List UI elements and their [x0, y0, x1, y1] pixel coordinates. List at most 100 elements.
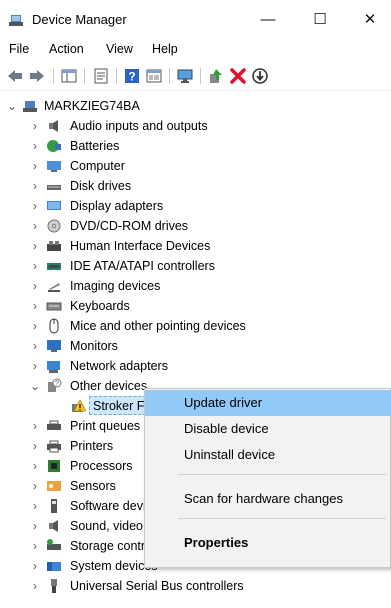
tree-item-label: Other devices — [70, 379, 148, 393]
menu-item-properties[interactable]: Properties — [145, 530, 391, 556]
menu-item-disable-device[interactable]: Disable device — [145, 416, 391, 442]
forward-icon[interactable] — [28, 67, 46, 85]
computer-icon — [47, 161, 61, 172]
tree-item-label: Keyboards — [70, 299, 130, 313]
tree-item-label: Batteries — [70, 139, 120, 153]
device-view-icon[interactable] — [145, 67, 163, 85]
maximize-button[interactable]: ☐ — [298, 6, 342, 34]
expand-arrow-icon[interactable]: › — [29, 299, 41, 313]
expand-arrow-icon[interactable]: › — [29, 359, 41, 373]
expand-arrow-icon[interactable]: › — [29, 159, 41, 173]
tree-item-ide[interactable]: › IDE ATA/ATAPI controllers — [0, 256, 391, 276]
collapse-arrow-icon[interactable]: ⌄ — [6, 99, 18, 113]
menu-separator — [178, 518, 386, 519]
expand-arrow-icon[interactable]: › — [29, 119, 41, 133]
monitor-device-icon — [47, 340, 61, 352]
tree-item-batteries[interactable]: › Batteries — [0, 136, 391, 156]
computer-root-icon — [23, 101, 37, 112]
menu-item-scan-hardware[interactable]: Scan for hardware changes — [145, 486, 391, 512]
tree-item-label: DVD/CD-ROM drives — [70, 219, 189, 233]
disk-drive-icon — [47, 185, 61, 190]
root-label: MARKZIEG74BA — [44, 99, 140, 113]
close-button[interactable]: ✕ — [348, 6, 391, 34]
tree-item-hid[interactable]: › Human Interface Devices — [0, 236, 391, 256]
toolbar: ? — [0, 62, 391, 91]
tree-item-label: IDE ATA/ATAPI controllers — [70, 259, 215, 273]
tree-item-label: Mice and other pointing devices — [70, 319, 246, 333]
menu-item-uninstall-device[interactable]: Uninstall device — [145, 442, 391, 468]
software-device-icon — [51, 499, 57, 513]
dvd-drive-icon — [47, 219, 61, 233]
show-hide-console-tree-icon[interactable] — [60, 67, 78, 85]
update-driver-icon[interactable] — [207, 67, 225, 85]
tree-item-label: Disk drives — [70, 179, 132, 193]
expand-arrow-icon[interactable]: › — [29, 219, 41, 233]
expand-arrow-icon[interactable]: › — [29, 319, 41, 333]
help-icon[interactable]: ? — [123, 67, 141, 85]
processor-icon — [48, 460, 60, 472]
menu-action[interactable]: Action — [49, 42, 84, 56]
ide-controller-icon — [47, 263, 61, 270]
sensor-icon — [47, 481, 61, 491]
expand-arrow-icon[interactable]: › — [29, 199, 41, 213]
uninstall-icon[interactable] — [229, 67, 247, 85]
tree-item-dvd-drives[interactable]: › DVD/CD-ROM drives — [0, 216, 391, 236]
toolbar-separator — [169, 68, 170, 84]
expand-arrow-icon[interactable]: › — [29, 459, 41, 473]
speaker-icon — [49, 120, 58, 132]
menu-separator — [178, 474, 386, 475]
unknown-device-icon: ? — [48, 378, 62, 392]
expand-arrow-icon[interactable]: › — [29, 539, 41, 553]
tree-item-computer[interactable]: › Computer — [0, 156, 391, 176]
tree-item-keyboards[interactable]: › Keyboards — [0, 296, 391, 316]
expand-arrow-icon[interactable]: › — [29, 559, 41, 573]
imaging-device-icon — [48, 283, 60, 292]
properties-icon[interactable] — [92, 67, 110, 85]
tree-item-audio[interactable]: › Audio inputs and outputs — [0, 116, 391, 136]
expand-arrow-icon[interactable]: › — [29, 579, 41, 593]
menu-file[interactable]: File — [9, 42, 29, 56]
tree-item-label: Universal Serial Bus controllers — [70, 579, 244, 593]
menu-bar: File Action View Help — [0, 38, 391, 60]
expand-arrow-icon[interactable]: › — [29, 139, 41, 153]
menu-view[interactable]: View — [106, 42, 133, 56]
toolbar-separator — [53, 68, 54, 84]
expand-arrow-icon[interactable]: › — [29, 499, 41, 513]
expand-arrow-icon[interactable]: › — [29, 519, 41, 533]
storage-controller-icon — [47, 539, 61, 550]
expand-arrow-icon[interactable]: › — [29, 259, 41, 273]
warning-device-icon — [72, 399, 86, 412]
minimize-button[interactable]: — — [246, 6, 290, 34]
battery-icon — [47, 140, 61, 152]
expand-arrow-icon[interactable]: › — [29, 279, 41, 293]
monitor-icon[interactable] — [176, 67, 194, 85]
tree-item-mice[interactable]: › Mice and other pointing devices — [0, 316, 391, 336]
hid-icon — [47, 241, 61, 251]
svg-text:?: ? — [128, 70, 135, 84]
tree-item-label: Monitors — [70, 339, 118, 353]
tree-item-label: Computer — [70, 159, 125, 173]
tree-item-imaging[interactable]: › Imaging devices — [0, 276, 391, 296]
tree-item-network[interactable]: › Network adapters — [0, 356, 391, 376]
toolbar-separator — [200, 68, 201, 84]
menu-item-update-driver[interactable]: Update driver — [145, 390, 391, 416]
tree-item-monitors[interactable]: › Monitors — [0, 336, 391, 356]
display-adapter-icon — [47, 201, 61, 210]
toolbar-separator — [116, 68, 117, 84]
expand-arrow-icon[interactable]: › — [29, 179, 41, 193]
expand-arrow-icon[interactable]: › — [29, 479, 41, 493]
tree-item-disk-drives[interactable]: › Disk drives — [0, 176, 391, 196]
expand-arrow-icon[interactable]: › — [29, 419, 41, 433]
back-icon[interactable] — [6, 67, 24, 85]
menu-help[interactable]: Help — [152, 42, 178, 56]
tree-item-display-adapters[interactable]: › Display adapters — [0, 196, 391, 216]
expand-arrow-icon[interactable]: › — [29, 339, 41, 353]
expand-arrow-icon[interactable]: › — [29, 439, 41, 453]
expand-arrow-icon[interactable]: › — [29, 239, 41, 253]
collapse-arrow-icon[interactable]: ⌄ — [29, 379, 41, 393]
download-icon[interactable] — [251, 67, 269, 85]
tree-item-usb[interactable]: › Universal Serial Bus controllers — [0, 576, 391, 596]
network-adapter-icon — [47, 361, 60, 373]
mouse-icon — [49, 318, 59, 334]
tree-root[interactable]: ⌄ MARKZIEG74BA — [0, 96, 391, 116]
